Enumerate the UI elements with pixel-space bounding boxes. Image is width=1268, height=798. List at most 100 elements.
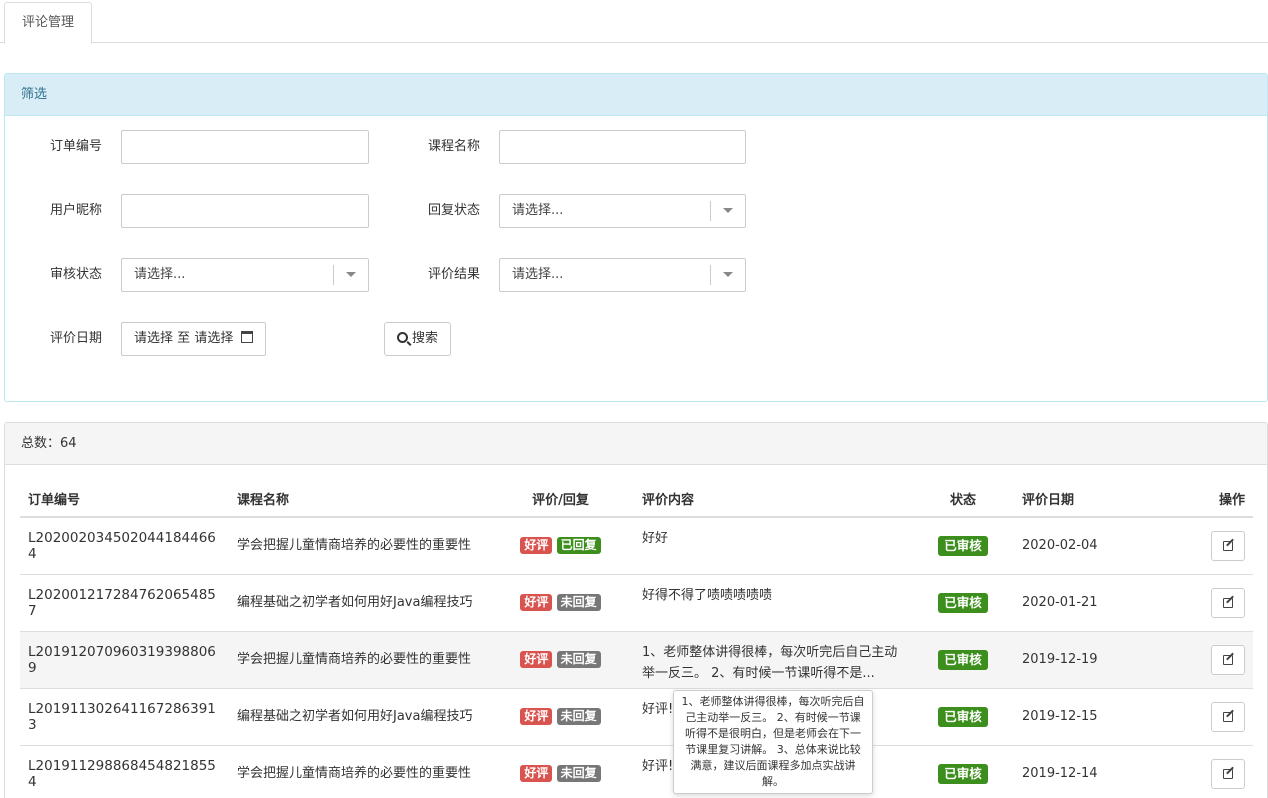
table-row: L201912070960319398806​9 学会把握儿童情商培养的必要性的…: [20, 630, 1253, 688]
column-header: 课程名称: [229, 481, 487, 518]
content-cell[interactable]: 1、老师整体讲得很棒，每次听完后自己主动举一反三。 2、有时候一节课听得不是..…: [634, 630, 912, 688]
content-tooltip: 1、老师整体讲得很棒，每次听完后自己主动举一反三。 2、有时候一节课听得不是很明…: [673, 690, 873, 794]
filter-panel-title: 筛选: [5, 74, 1267, 116]
table-row: L201911298868454821855​4 学会把握儿童情商培养的必要性的…: [20, 744, 1253, 798]
calendar-icon: [241, 331, 254, 343]
table-row: L202002034502044184466​4 学会把握儿童情商培养的必要性的…: [20, 516, 1253, 574]
edit-button[interactable]: [1211, 701, 1245, 732]
date-to: 请选择: [194, 331, 234, 346]
reply-status-select-value: 请选择...: [512, 203, 564, 218]
edit-icon: [1223, 768, 1233, 779]
rating-badge: 好评: [520, 765, 553, 783]
select-divider: [333, 265, 334, 285]
edit-icon: [1223, 711, 1233, 722]
search-button[interactable]: 搜索: [384, 322, 452, 356]
course-name-cell: 学会把握儿童情商培养的必要性的重要性: [229, 630, 487, 688]
date-separator: 至: [177, 331, 191, 346]
reply-badge: 未回复: [556, 708, 601, 725]
rating-reply-cell: 好评 未回复: [487, 744, 634, 798]
rating-reply-cell: 好评 已回复: [487, 516, 634, 574]
order-no-cell: L202001217284762065485​7: [20, 573, 229, 631]
rating-reply-cell: 好评 未回复: [487, 573, 634, 631]
operation-cell: [1156, 630, 1253, 688]
order-no-cell: L201912070960319398806​9: [20, 630, 229, 688]
comment-table: 订单编号 课程名称 评价/回复 评价内容 状态 评价日期 操作 L2020020…: [20, 481, 1253, 798]
chevron-down-icon: [346, 272, 356, 277]
select-divider: [710, 265, 711, 285]
result-select-value: 请选择...: [512, 267, 564, 282]
order-no-label: 订单编号: [50, 139, 103, 154]
order-no-input[interactable]: [121, 130, 369, 164]
course-name-cell: 编程基础之初学者如何用好Java编程技巧: [229, 573, 487, 631]
table-row: L202001217284762065485​7 编程基础之初学者如何用好Jav…: [20, 573, 1253, 631]
status-cell: 已审核: [912, 516, 1014, 574]
result-select[interactable]: 请选择...: [499, 258, 746, 292]
reply-badge: 未回复: [556, 594, 601, 611]
rating-badge: 好评: [520, 594, 553, 611]
date-range-picker[interactable]: 请选择 至 请选择: [121, 322, 267, 356]
table-row: L201911302641167286391​3 编程基础之初学者如何用好Jav…: [20, 687, 1253, 745]
course-name-input[interactable]: [499, 130, 746, 164]
filter-panel: 筛选 订单编号 课程名称 用户昵称 回复状态 请选择... 审核状态 请选择..…: [4, 73, 1268, 402]
content-text: 好得不得了啧啧啧啧啧: [642, 587, 773, 603]
status-badge: 已审核: [938, 763, 988, 784]
result-label: 评价结果: [428, 267, 481, 282]
nickname-input[interactable]: [121, 194, 369, 228]
edit-icon: [1223, 540, 1233, 551]
reply-status-select[interactable]: 请选择...: [499, 194, 746, 228]
status-badge: 已审核: [938, 535, 988, 556]
operation-cell: [1156, 687, 1253, 745]
content-text: 好好: [642, 531, 669, 546]
status-cell: 已审核: [912, 630, 1014, 688]
date-cell: 2019-12-15: [1014, 687, 1156, 745]
tab-bar: 评论管理: [0, 0, 1268, 44]
edit-button[interactable]: [1211, 530, 1245, 561]
edit-icon: [1223, 654, 1233, 665]
edit-button[interactable]: [1211, 758, 1245, 789]
audit-status-label: 审核状态: [50, 267, 103, 282]
course-name-cell: 学会把握儿童情商培养的必要性的重要性: [229, 744, 487, 798]
edit-button[interactable]: [1211, 644, 1245, 675]
status-badge: 已审核: [938, 592, 988, 613]
tab-comment-management[interactable]: 评论管理: [4, 2, 92, 44]
content-cell: 好好: [634, 516, 912, 574]
chevron-down-icon: [723, 272, 733, 277]
order-no-cell: L201911302641167286391​3: [20, 687, 229, 745]
table-header-row: 订单编号 课程名称 评价/回复 评价内容 状态 评价日期 操作: [20, 481, 1253, 518]
date-from: 请选择: [134, 331, 174, 346]
audit-status-select[interactable]: 请选择...: [121, 258, 369, 292]
search-icon: [397, 332, 408, 343]
column-header: 评价日期: [1014, 481, 1156, 518]
total-count: 总数：64: [5, 423, 1267, 465]
date-cell: 2020-01-21: [1014, 573, 1156, 631]
reply-badge: 未回复: [556, 651, 601, 668]
status-badge: 已审核: [938, 706, 988, 727]
reply-status-label: 回复状态: [428, 203, 481, 218]
edit-icon: [1223, 597, 1233, 608]
operation-cell: [1156, 516, 1253, 574]
date-cell: 2019-12-19: [1014, 630, 1156, 688]
operation-cell: [1156, 744, 1253, 798]
date-cell: 2020-02-04: [1014, 516, 1156, 574]
status-cell: 已审核: [912, 687, 1014, 745]
reply-badge: 已回复: [556, 537, 601, 555]
status-badge: 已审核: [938, 649, 988, 670]
column-header: 评价内容: [634, 481, 912, 518]
course-name-cell: 编程基础之初学者如何用好Java编程技巧: [229, 687, 487, 745]
edit-button[interactable]: [1211, 587, 1245, 618]
date-cell: 2019-12-14: [1014, 744, 1156, 798]
status-cell: 已审核: [912, 744, 1014, 798]
content-cell: 好得不得了啧啧啧啧啧: [634, 573, 912, 631]
rating-badge: 好评: [520, 708, 553, 725]
nickname-label: 用户昵称: [50, 203, 103, 218]
audit-status-select-value: 请选择...: [134, 267, 186, 282]
rating-badge: 好评: [520, 651, 553, 668]
reply-badge: 未回复: [556, 765, 601, 783]
content-text: 1、老师整体讲得很棒，每次听完后自己主动举一反三。 2、有时候一节课听得不是..…: [642, 644, 898, 681]
course-name-cell: 学会把握儿童情商培养的必要性的重要性: [229, 516, 487, 574]
chevron-down-icon: [723, 208, 733, 213]
column-header: 订单编号: [20, 481, 229, 518]
order-no-cell: L201911298868454821855​4: [20, 744, 229, 798]
select-divider: [710, 201, 711, 221]
search-button-label: 搜索: [412, 331, 439, 346]
